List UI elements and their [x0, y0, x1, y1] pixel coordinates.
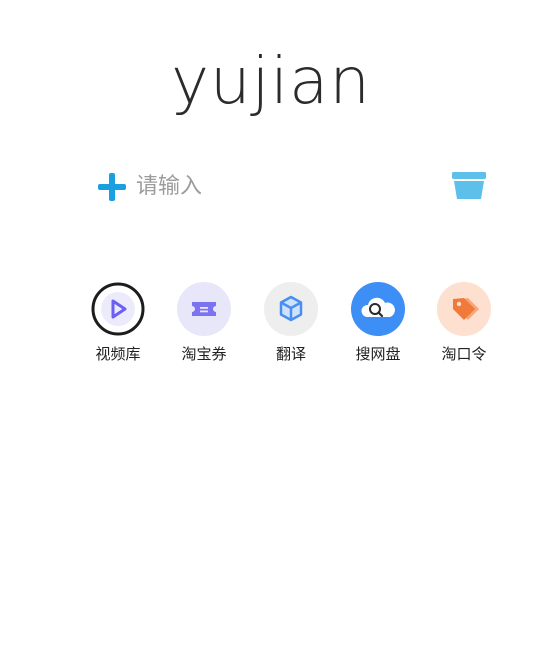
- tag-icon: [437, 282, 491, 336]
- shortcut-video-library[interactable]: 视频库: [74, 282, 162, 364]
- shortcut-translate[interactable]: 翻译: [247, 282, 335, 364]
- trash-icon[interactable]: [452, 172, 486, 200]
- logo-text: yujian: [171, 45, 371, 119]
- coupon-icon: [177, 282, 231, 336]
- search-bar: [96, 168, 488, 204]
- start-page: yujian 视频库: [0, 0, 542, 664]
- shortcut-label: 翻译: [275, 345, 306, 363]
- shortcut-label: 视频库: [95, 345, 141, 363]
- shortcut-label: 淘宝券: [181, 345, 227, 363]
- shortcut-label: 淘口令: [441, 345, 487, 363]
- shortcut-taobao-coupon[interactable]: 淘宝券: [160, 282, 248, 364]
- shortcut-grid: 视频库 淘宝券 翻译 搜网盘 淘口令: [74, 282, 510, 372]
- shortcut-search-netdisk[interactable]: 搜网盘: [334, 282, 422, 364]
- cube-icon: [264, 282, 318, 336]
- cloud-search-icon: [351, 282, 405, 336]
- search-input[interactable]: [136, 168, 396, 204]
- video-play-icon: [91, 282, 145, 336]
- shortcut-taobao-password[interactable]: 淘口令: [420, 282, 508, 364]
- shortcut-label: 搜网盘: [355, 345, 401, 363]
- plus-icon[interactable]: [96, 171, 128, 203]
